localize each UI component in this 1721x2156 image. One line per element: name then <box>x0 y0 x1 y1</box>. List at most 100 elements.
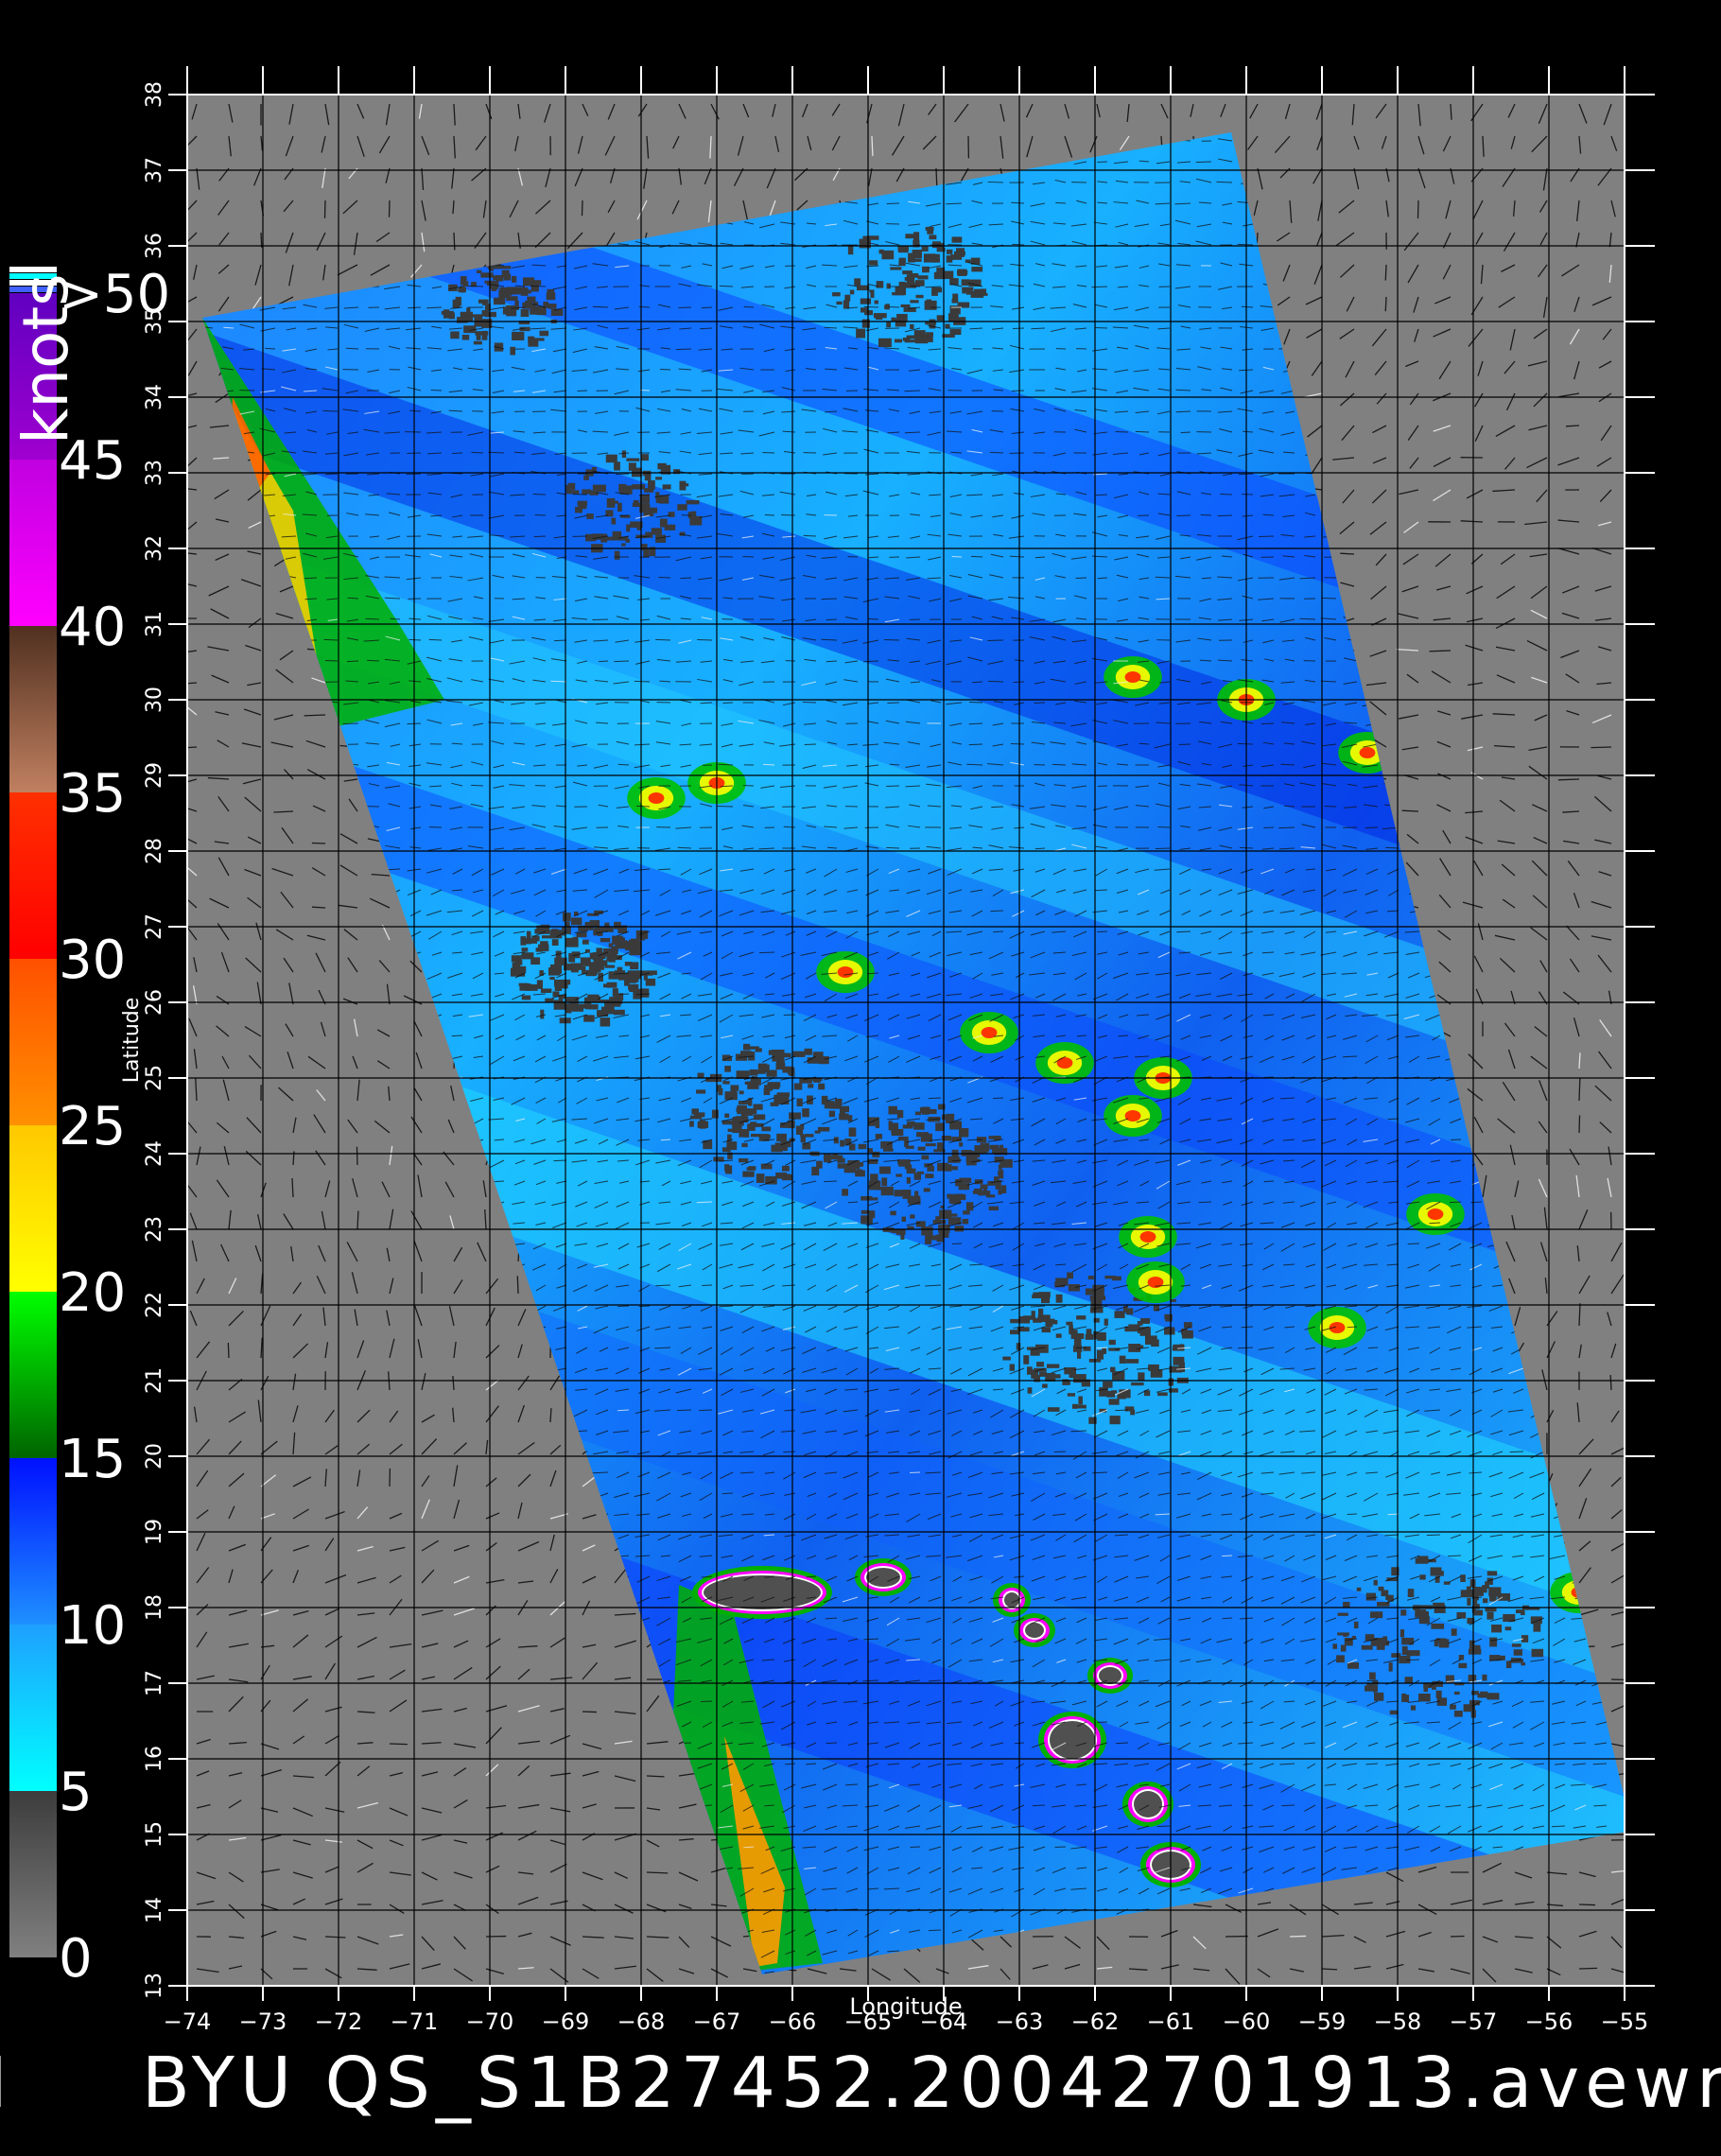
calm-wind-cell <box>1389 1710 1399 1715</box>
calm-wind-cell <box>717 1085 721 1092</box>
calm-wind-cell <box>880 1186 894 1196</box>
calm-wind-cell <box>1521 1610 1525 1616</box>
calm-wind-cell <box>596 948 603 953</box>
calm-wind-cell <box>450 331 460 339</box>
calm-wind-cell <box>510 967 520 977</box>
calm-wind-cell <box>873 313 887 319</box>
calm-wind-cell <box>1356 1587 1362 1591</box>
calm-wind-cell <box>945 1213 958 1217</box>
wind-vector <box>356 1210 359 1230</box>
calm-wind-cell <box>1114 1311 1125 1318</box>
calm-wind-cell <box>565 998 572 1002</box>
calm-wind-cell <box>546 292 556 301</box>
calm-wind-cell <box>1438 1639 1450 1648</box>
calm-wind-cell <box>721 1147 731 1153</box>
calm-wind-cell <box>1434 1605 1446 1613</box>
island-land <box>1099 1667 1121 1684</box>
calm-wind-cell <box>741 1142 748 1148</box>
calm-wind-cell <box>689 1121 694 1127</box>
calm-wind-cell <box>612 935 623 946</box>
calm-wind-cell <box>606 952 615 962</box>
calm-wind-cell <box>932 257 941 263</box>
calm-wind-cell <box>461 334 470 340</box>
calm-wind-cell <box>1482 1674 1487 1681</box>
calm-wind-cell <box>443 309 450 319</box>
calm-wind-cell <box>1138 1372 1145 1382</box>
calm-wind-cell <box>1489 1637 1498 1647</box>
calm-wind-cell <box>890 1210 896 1216</box>
calm-wind-cell <box>455 296 461 306</box>
calm-wind-cell <box>731 1119 744 1126</box>
calm-wind-cell <box>600 1006 615 1015</box>
calm-wind-cell <box>898 281 906 287</box>
calm-wind-cell <box>520 308 530 318</box>
calm-wind-cell <box>1347 1662 1360 1669</box>
calm-wind-cell <box>1109 1416 1121 1425</box>
calm-wind-cell <box>648 480 655 490</box>
wind-speed-map: −74 −73 −72 −71 −70 −69 −68 −67 −66 −65 −64 −63 −62−… <box>9 66 1655 2035</box>
calm-wind-cell <box>1010 1318 1023 1324</box>
calm-wind-cell <box>1418 1693 1431 1702</box>
calm-wind-cell <box>643 496 649 504</box>
calm-wind-cell <box>1067 1393 1076 1397</box>
calm-wind-cell <box>1055 1294 1063 1303</box>
calm-wind-cell <box>531 935 540 942</box>
calm-wind-cell <box>868 1210 876 1219</box>
calm-wind-cell <box>550 929 559 932</box>
calm-wind-cell <box>926 1108 937 1115</box>
wind-vector <box>323 638 339 641</box>
calm-wind-cell <box>1108 1339 1116 1346</box>
wind-vector <box>1384 264 1387 281</box>
calm-wind-cell <box>626 458 640 461</box>
calm-wind-cell <box>775 1172 788 1179</box>
calm-wind-cell <box>776 1092 790 1097</box>
calm-wind-cell <box>448 312 455 320</box>
calm-wind-cell <box>904 339 918 343</box>
calm-wind-cell <box>493 297 506 305</box>
calm-wind-cell <box>605 536 616 541</box>
calm-wind-cell <box>1479 1587 1486 1592</box>
calm-wind-cell <box>787 1067 795 1075</box>
calm-wind-cell <box>998 1164 1002 1170</box>
calm-wind-cell <box>910 300 919 304</box>
calm-wind-cell <box>724 1066 731 1072</box>
calm-wind-cell <box>617 502 622 512</box>
calm-wind-cell <box>1138 1345 1144 1348</box>
wind-vector <box>1429 650 1452 652</box>
calm-wind-cell <box>568 952 576 963</box>
calm-wind-cell <box>907 1226 914 1229</box>
calm-wind-cell <box>727 1128 734 1133</box>
calm-wind-cell <box>462 281 469 287</box>
calm-wind-cell <box>605 454 617 463</box>
calm-wind-cell <box>926 299 932 306</box>
calm-wind-cell <box>961 1150 972 1156</box>
calm-wind-cell <box>1453 1691 1460 1695</box>
calm-wind-cell <box>1531 1648 1544 1658</box>
calm-wind-cell <box>1388 1662 1393 1672</box>
calm-wind-cell <box>540 1009 545 1019</box>
calm-wind-cell <box>913 232 920 241</box>
calm-wind-cell <box>848 1143 856 1151</box>
calm-wind-cell <box>572 965 580 970</box>
calm-wind-cell <box>901 1216 906 1223</box>
calm-wind-cell <box>506 296 518 302</box>
calm-wind-cell <box>816 1160 823 1169</box>
calm-wind-cell <box>629 976 636 983</box>
calm-wind-cell <box>711 1109 719 1119</box>
calm-wind-cell <box>1140 1318 1150 1324</box>
calm-wind-cell <box>481 330 488 340</box>
calm-wind-cell <box>501 270 510 278</box>
calm-wind-cell <box>1096 1349 1104 1360</box>
calm-wind-cell <box>869 289 875 293</box>
calm-wind-cell <box>592 484 606 491</box>
calm-wind-cell <box>611 517 617 525</box>
calm-wind-cell <box>856 328 866 339</box>
wind-vector <box>1401 809 1419 812</box>
calm-wind-cell <box>1009 1364 1015 1371</box>
calm-wind-cell <box>612 988 618 997</box>
calm-wind-cell <box>1165 1316 1173 1322</box>
calm-wind-cell <box>1055 1333 1062 1338</box>
calm-wind-cell <box>1374 1692 1384 1701</box>
island-land <box>866 1568 900 1587</box>
calm-wind-cell <box>1031 1311 1035 1320</box>
